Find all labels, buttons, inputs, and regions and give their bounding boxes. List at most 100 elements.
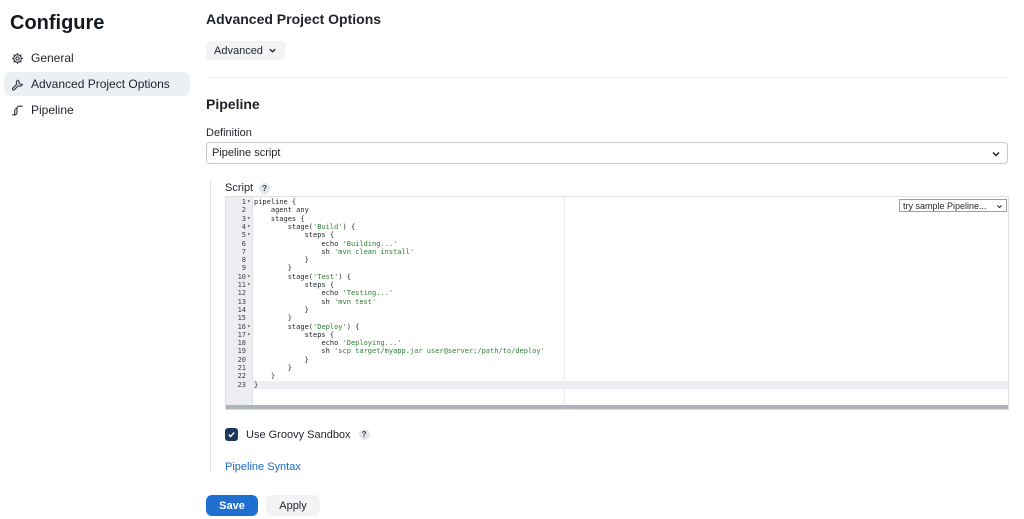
code-line: 20 } xyxy=(226,355,1008,364)
fold-arrow-icon[interactable]: ▾ xyxy=(247,198,251,206)
code-line: 21 } xyxy=(226,364,1008,372)
code-line: 9 } xyxy=(226,264,1008,273)
section-divider xyxy=(206,77,1008,78)
fold-arrow-icon[interactable]: ▾ xyxy=(247,231,251,239)
sidebar: Configure General Advanced Project Optio… xyxy=(0,0,196,519)
code-line: 1 ▾ pipeline { xyxy=(226,198,1008,206)
line-number: 3 xyxy=(241,214,246,223)
apply-button[interactable]: Apply xyxy=(266,495,320,516)
script-section: Script ? 1 ▾ pipeline {2 agent any 3 ▾ stage… xyxy=(210,180,1009,473)
code-line: 11 ▾ steps { xyxy=(226,281,1008,289)
help-icon[interactable]: ? xyxy=(259,182,271,194)
line-number: 18 xyxy=(237,339,246,348)
code-line: 14 } xyxy=(226,305,1008,314)
code-line: 15 } xyxy=(226,314,1008,323)
code-line: 5 ▾ steps { xyxy=(226,231,1008,240)
definition-select-value: Pipeline script xyxy=(212,147,281,159)
code-text: stages { xyxy=(254,214,305,223)
code-text: steps { xyxy=(254,231,335,240)
main-content: Advanced Project Options Advanced Pipeli… xyxy=(206,0,1009,519)
wrench-icon xyxy=(11,78,24,91)
code-line: 22 } xyxy=(226,372,1008,381)
fold-arrow-icon[interactable]: ▾ xyxy=(247,223,251,231)
code-line: 16 ▾ stage('Deploy') { xyxy=(226,322,1008,331)
groovy-sandbox-checkbox[interactable] xyxy=(225,428,238,441)
save-button[interactable]: Save xyxy=(206,495,258,516)
line-number: 22 xyxy=(237,372,246,381)
pipeline-title: Pipeline xyxy=(206,96,260,112)
code-line: 3 ▾ stages { xyxy=(226,214,1008,223)
sidebar-item-pipeline[interactable]: Pipeline xyxy=(4,98,190,122)
sidebar-item-advanced-project-options[interactable]: Advanced Project Options xyxy=(4,72,190,96)
script-label-row: Script ? xyxy=(225,182,271,194)
code-line: 6 echo 'Building...' xyxy=(226,240,1008,248)
line-number: 21 xyxy=(237,364,246,372)
script-editor[interactable]: 1 ▾ pipeline {2 agent any 3 ▾ stages {4 ▾ sta… xyxy=(225,196,1009,410)
advanced-project-options-title: Advanced Project Options xyxy=(206,11,382,27)
line-number: 5 xyxy=(241,231,246,240)
line-number: 20 xyxy=(237,355,246,364)
fold-arrow-icon[interactable]: ▾ xyxy=(247,215,251,223)
line-number: 7 xyxy=(241,247,246,256)
code-text: sh 'mvn test' xyxy=(254,297,377,306)
definition-select[interactable]: Pipeline script xyxy=(206,142,1008,164)
line-number: 1 xyxy=(241,198,246,206)
code-text: } xyxy=(254,355,309,364)
line-number: 9 xyxy=(241,264,246,273)
code-text: sh 'mvn clean install' xyxy=(254,247,415,256)
code-text: } xyxy=(254,364,292,372)
pipeline-syntax-link[interactable]: Pipeline Syntax xyxy=(225,461,301,473)
code-text: } xyxy=(254,305,309,314)
code-text: pipeline { xyxy=(254,198,297,206)
code-line: 4 ▾ stage('Build') { xyxy=(226,222,1008,231)
code-line: 23} xyxy=(226,380,1008,389)
editor-horizontal-scrollbar[interactable] xyxy=(226,405,1008,409)
code-line: 10 ▾ stage('Test') { xyxy=(226,272,1008,281)
sidebar-item-general[interactable]: General xyxy=(4,46,190,70)
checkmark-icon xyxy=(228,432,235,438)
advanced-button-label: Advanced xyxy=(214,44,263,57)
sample-pipeline-select[interactable]: try sample Pipeline... xyxy=(899,199,1007,212)
help-icon[interactable]: ? xyxy=(358,429,370,440)
code-line: 18 echo 'Deploying...' xyxy=(226,339,1008,348)
page-title: Configure xyxy=(10,12,105,34)
code-line: 17 ▾ steps { xyxy=(226,330,1008,339)
line-number: 13 xyxy=(237,297,246,306)
code-line: 19 sh 'scp target/myapp.jar user@server:… xyxy=(226,347,1008,356)
chevron-down-icon xyxy=(992,151,1000,157)
groovy-sandbox-row: Use Groovy Sandbox ? xyxy=(225,428,370,441)
code-text: } xyxy=(254,264,292,273)
code-line: 8 } xyxy=(226,256,1008,265)
groovy-sandbox-label: Use Groovy Sandbox xyxy=(246,428,351,441)
fold-arrow-icon[interactable]: ▾ xyxy=(247,273,251,281)
code-text: sh 'scp target/myapp.jar user@server:/pa… xyxy=(254,347,545,356)
sidebar-item-label: General xyxy=(31,51,74,65)
fold-arrow-icon[interactable]: ▾ xyxy=(247,331,251,339)
code-text: echo 'Deploying...' xyxy=(254,339,402,348)
code-text: agent any xyxy=(254,206,309,215)
code-text: } xyxy=(254,372,276,381)
line-number: 4 xyxy=(241,222,246,231)
code-line: 12 echo 'Testing...' xyxy=(226,289,1008,297)
code-text: stage('Test') { xyxy=(254,272,351,281)
code-text: } xyxy=(254,256,309,265)
code-text: stage('Build') { xyxy=(254,222,356,231)
code-line: 13 sh 'mvn test' xyxy=(226,297,1008,306)
code-text: } xyxy=(254,314,292,323)
code-text: stage('Deploy') { xyxy=(254,322,360,331)
line-number: 23 xyxy=(237,380,246,389)
line-number: 17 xyxy=(237,330,246,339)
sidebar-item-label: Pipeline xyxy=(31,103,74,117)
line-number: 10 xyxy=(237,272,246,281)
line-number: 14 xyxy=(237,305,246,314)
pipeline-icon xyxy=(12,105,23,115)
chevron-down-icon xyxy=(997,205,1002,209)
fold-arrow-icon[interactable]: ▾ xyxy=(247,281,251,289)
advanced-button[interactable]: Advanced xyxy=(206,41,285,60)
line-number: 16 xyxy=(237,322,246,331)
fold-arrow-icon[interactable]: ▾ xyxy=(247,323,251,331)
line-number: 19 xyxy=(237,347,246,356)
code-text: } xyxy=(254,380,259,389)
script-label: Script xyxy=(225,182,254,194)
sidebar-item-label: Advanced Project Options xyxy=(31,77,170,91)
